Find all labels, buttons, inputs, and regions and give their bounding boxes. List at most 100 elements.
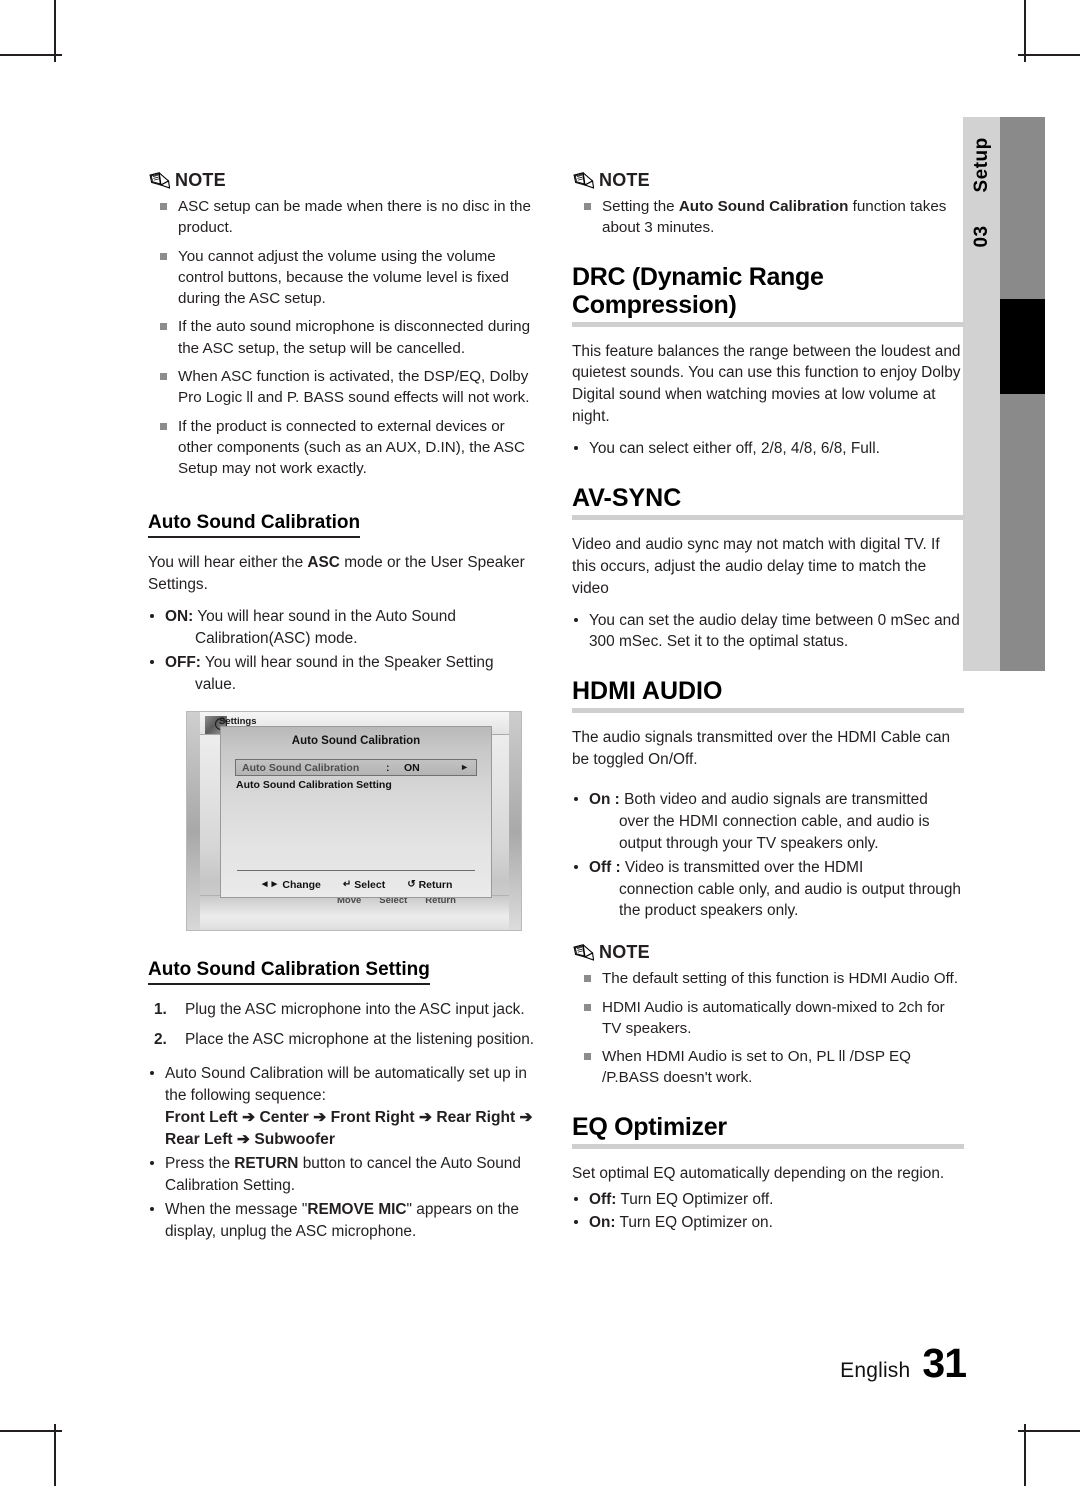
bullet-square-icon <box>160 203 167 210</box>
auto-sound-calibration-heading-wrap: Auto Sound Calibration <box>148 486 540 539</box>
drc-bullet: You can select either off, 2/8, 4/8, 6/8… <box>572 438 964 460</box>
asc-dialog-separator <box>237 870 475 872</box>
footer-select-label: Select <box>354 879 386 892</box>
asc-setting-bullet-sequence: Auto Sound Calibration will be automatic… <box>148 1063 540 1151</box>
bullet-square-icon <box>584 975 591 983</box>
note-title: NOTE <box>175 170 226 190</box>
asc-dialog-row-setting[interactable]: Auto Sound Calibration Setting <box>236 779 477 791</box>
asc-option-off: OFF: You will hear sound in the Speaker … <box>148 652 540 696</box>
footer-return-button[interactable]: ↺ Return <box>407 879 452 891</box>
footer-select-button[interactable]: ↵ Select <box>343 879 385 891</box>
note-list: ASC setup can be made when there is no d… <box>148 196 540 479</box>
note-item-text: HDMI Audio is automatically down-mixed t… <box>602 998 945 1037</box>
bullet-dot-icon <box>574 1220 578 1225</box>
crop-mark-top-left-horizontal <box>0 54 62 56</box>
screenshot-left-rail <box>187 712 200 931</box>
section-rule <box>572 708 964 714</box>
eq-optimizer-options: Off: Turn EQ Optimizer off. On: Turn EQ … <box>572 1189 964 1235</box>
right-column: NOTE Setting the Auto Sound Calibration … <box>572 170 964 1238</box>
note-item-text: When HDMI Audio is set to On, PL ll /DSP… <box>602 1048 911 1087</box>
left-right-arrow-icon: ◄► <box>259 879 280 891</box>
asc-dialog-row-colon: : <box>386 761 390 774</box>
footer-return-label: Return <box>418 879 453 892</box>
note-heading: NOTE <box>572 170 964 191</box>
hdmi-option-cont: connection cable only, and audio is outp… <box>619 880 961 920</box>
note-item: ASC setup can be made when there is no d… <box>148 196 540 239</box>
crop-mark-bottom-right-vertical <box>1024 1424 1026 1486</box>
bullet-dot-icon <box>150 1161 154 1166</box>
asc-option-list: ON: You will hear sound in the Auto Soun… <box>148 606 540 696</box>
bullet-square-icon <box>160 323 167 331</box>
return-arrow-icon: ↺ <box>407 879 416 891</box>
section-rule <box>572 321 964 327</box>
note-item-text: You cannot adjust the volume using the v… <box>178 247 509 308</box>
asc-option-on: ON: You will hear sound in the Auto Soun… <box>148 606 540 650</box>
hdmi-option-text: Both video and audio signals are transmi… <box>624 791 928 809</box>
note-title: NOTE <box>599 170 650 190</box>
footer-change-label: Change <box>282 879 321 892</box>
note-item-text: If the auto sound microphone is disconne… <box>178 318 531 357</box>
avsync-body: Video and audio sync may not match with … <box>572 535 940 597</box>
note-item: The default setting of this function is … <box>572 968 964 989</box>
asc-setting-step: 1. Plug the ASC microphone into the ASC i… <box>148 999 540 1021</box>
asc-setting-bullet-return: Press the RETURN button to cancel the Au… <box>148 1153 540 1197</box>
pencil-icon <box>573 944 594 962</box>
bullet-square-icon <box>160 372 167 380</box>
drc-body: This feature balances the range between … <box>572 342 961 426</box>
left-column: NOTE ASC setup can be made when there is… <box>148 170 540 1247</box>
remove-mic-message: REMOVE MIC <box>307 1200 407 1218</box>
chevron-right-icon[interactable]: ► <box>460 763 469 772</box>
asc-option-cont: Calibration(ASC) mode. <box>195 629 358 647</box>
note-item-text: ASC setup can be made when there is no d… <box>178 198 531 237</box>
bullet-dot-icon <box>574 864 578 869</box>
sequence-intro: Auto Sound Calibration will be automatic… <box>165 1065 527 1104</box>
bullet-dot-icon <box>150 613 154 618</box>
asc-option-text: You will hear sound in the Auto Sound <box>197 607 456 625</box>
asc-setting-bullets: Auto Sound Calibration will be automatic… <box>148 1063 540 1243</box>
section-rule <box>572 1143 964 1149</box>
asc-setting-heading-wrap: Auto Sound Calibration Setting <box>148 933 540 986</box>
bullet-dot-icon <box>574 1196 578 1201</box>
eq-option-label: Off: <box>589 1190 617 1208</box>
crop-mark-top-left-vertical <box>54 0 56 62</box>
note-heading: NOTE <box>572 942 964 963</box>
avsync-bullet-text: You can set the audio delay time between… <box>589 611 960 651</box>
eq-optimizer-section-heading: EQ Optimizer <box>572 1112 727 1141</box>
bullet-dot-icon <box>150 1206 154 1211</box>
note-item: If the product is connected to external … <box>148 416 540 480</box>
note-title: NOTE <box>599 942 650 963</box>
step-number: 1. <box>154 1001 167 1019</box>
bullet-square-icon <box>160 252 167 260</box>
return-button-name: RETURN <box>234 1155 299 1173</box>
asc-dialog-row-selected[interactable]: Auto Sound Calibration : ON ► <box>235 759 477 777</box>
asc-intro-prefix: You will hear either the <box>148 554 308 572</box>
bullet-square-icon <box>584 203 591 210</box>
hdmi-audio-section-heading: HDMI AUDIO <box>572 677 723 706</box>
screenshot-right-rail <box>509 712 521 931</box>
eq-option-off: Off: Turn EQ Optimizer off. <box>572 1189 964 1211</box>
avsync-section-heading: AV-SYNC <box>572 483 682 512</box>
hdmi-audio-option-off: Off : Video is transmitted over the HDMI… <box>572 857 964 923</box>
asc-setting-heading: Auto Sound Calibration Setting <box>148 959 430 986</box>
section-rule <box>572 514 964 520</box>
eq-option-label: On: <box>589 1214 616 1232</box>
hdmi-audio-body: The audio signals transmitted over the H… <box>572 729 951 769</box>
eq-option-on: On: Turn EQ Optimizer on. <box>572 1212 964 1234</box>
hdmi-option-text: Video is transmitted over the HDMI <box>624 858 864 876</box>
note-list: Setting the Auto Sound Calibration funct… <box>572 196 964 239</box>
crop-mark-bottom-right-horizontal <box>1018 1430 1080 1432</box>
hdmi-audio-option-on: On : Both video and audio signals are tr… <box>572 789 964 855</box>
side-tab-marker-block <box>1000 299 1045 394</box>
note-block-hdmi-audio: NOTE The default setting of this functio… <box>572 942 964 1088</box>
drc-bullets: You can select either off, 2/8, 4/8, 6/8… <box>572 438 964 460</box>
asc-setting-step: 2. Place the ASC microphone at the listen… <box>148 1029 540 1051</box>
step-text: Plug the ASC microphone into the ASC inp… <box>185 1001 525 1019</box>
pencil-icon <box>149 172 170 189</box>
asc-setting-steps: 1. Plug the ASC microphone into the ASC i… <box>148 999 540 1051</box>
footer-change-button[interactable]: ◄► Change <box>260 879 321 891</box>
asc-dialog-title: Auto Sound Calibration <box>291 735 421 748</box>
pencil-icon <box>573 172 594 189</box>
note-block-asc: NOTE ASC setup can be made when there is… <box>148 170 540 479</box>
chapter-side-tab: 03 Setup <box>963 117 1045 671</box>
footer-language: English <box>840 1359 911 1382</box>
